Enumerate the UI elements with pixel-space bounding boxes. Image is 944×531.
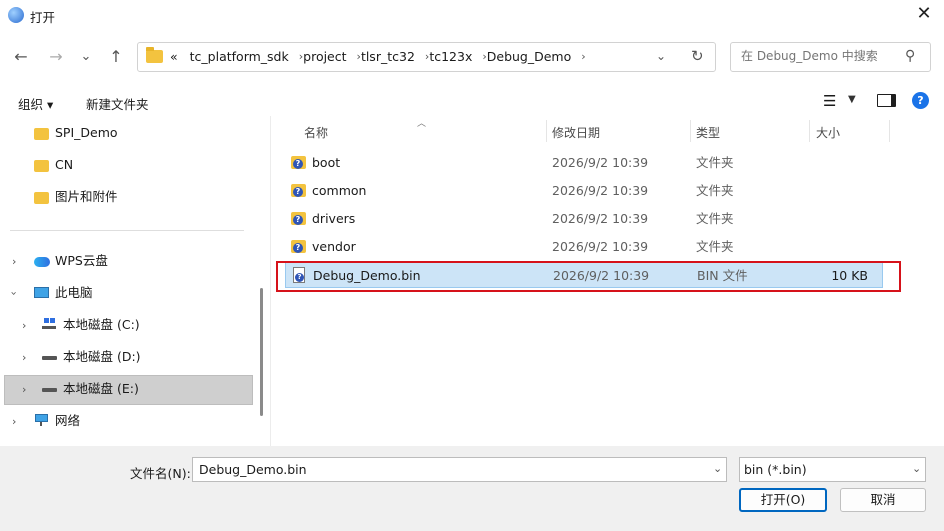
file-type: 文件夹 [696,183,734,198]
breadcrumb-project[interactable]: project [303,49,346,64]
cloud-icon [34,257,50,267]
filetype-value: bin (*.bin) [744,462,807,477]
sidebar-item-label: 本地磁盘 (E:) [63,381,139,396]
column-header-type[interactable]: 类型 [696,124,720,141]
list-item[interactable]: ? vendor 2026/9/2 10:39 文件夹 [285,234,883,260]
sidebar-item-label: 图片和附件 [55,189,118,204]
computer-icon [34,287,49,298]
breadcrumb-tc123x[interactable]: tc123x [429,49,472,64]
toolbar: 组织 ▾ 新建文件夹 ☰ ▼ ? [0,88,944,116]
chevron-down-icon[interactable]: ⌄ [912,462,921,475]
file-type: 文件夹 [696,239,734,254]
chevron-right-icon[interactable]: › [22,383,26,396]
file-date: 2026/9/2 10:39 [552,211,649,226]
sidebar-item-label: 此电脑 [55,285,93,300]
column-header-size[interactable]: 大小 [816,124,840,141]
close-button[interactable]: ✕ [910,2,938,28]
sort-ascending-icon: ︿ [417,119,427,129]
forward-button[interactable]: → [44,45,68,69]
drive-icon [42,356,57,360]
chevron-down-icon[interactable]: ⌄ [656,49,666,63]
chevron-right-icon[interactable]: › [22,351,26,364]
organize-button[interactable]: 组织 ▾ [18,94,53,113]
open-button[interactable]: 打开(O) [739,488,827,512]
network-icon [34,414,49,426]
new-folder-button[interactable]: 新建文件夹 [86,94,149,113]
search-input[interactable] [739,48,903,64]
breadcrumb-tlsr-tc32[interactable]: tlsr_tc32 [361,49,415,64]
help-icon[interactable]: ? [912,92,929,109]
file-name: drivers [312,211,356,226]
back-button[interactable]: ← [9,45,33,69]
column-header-name[interactable]: 名称 [304,124,328,141]
breadcrumb-debug-demo[interactable]: Debug_Demo [487,49,572,64]
file-date: 2026/9/2 10:39 [552,239,649,254]
breadcrumb: « tc_platform_sdk › project › tlsr_tc32 › t… [170,49,586,64]
divider [10,230,244,231]
app-icon [8,7,24,23]
chevron-right-icon[interactable]: › [12,255,16,268]
chevron-down-icon[interactable]: ▼ [848,94,856,105]
search-box[interactable]: ⚲ [730,42,931,72]
folder-icon: ? [291,156,306,169]
chevron-right-icon[interactable]: › [22,319,26,332]
file-date: 2026/9/2 10:39 [552,183,649,198]
chevron-right-icon[interactable]: › [12,415,16,428]
filename-label: 文件名(N): [130,466,191,481]
sidebar-item-label: 网络 [55,413,81,428]
folder-icon: ? [291,212,306,225]
title-bar: 打开 ✕ [0,0,944,30]
file-name: common [312,183,367,198]
windows-drive-icon [42,318,56,330]
bottom-panel: 文件名(N): ⌄ bin (*.bin) ⌄ 打开(O) 取消 [0,446,944,531]
chevron-down-icon[interactable]: ⌄ [713,462,722,475]
highlight-box [276,261,901,292]
file-type: 文件夹 [696,211,734,226]
view-options-icon[interactable]: ☰ [823,92,836,110]
address-bar[interactable]: « tc_platform_sdk › project › tlsr_tc32 › t… [137,42,716,72]
window-title: 打开 [30,10,56,25]
breadcrumb-tc-platform-sdk[interactable]: tc_platform_sdk [190,49,289,64]
filename-input[interactable] [197,461,701,478]
folder-icon [34,128,49,140]
folder-icon: ? [291,184,306,197]
sidebar-item-label: SPI_Demo [55,125,118,140]
refresh-icon[interactable]: ↻ [691,47,704,65]
folder-icon [34,160,49,172]
sidebar-item-label: WPS云盘 [55,253,108,268]
cancel-button[interactable]: 取消 [840,488,926,512]
file-type: 文件夹 [696,155,734,170]
recent-locations-button[interactable]: ⌄ [74,45,98,69]
file-name: boot [312,155,341,170]
list-item[interactable]: ? common 2026/9/2 10:39 文件夹 [285,178,883,204]
filename-combobox[interactable]: ⌄ [192,457,727,482]
chevron-down-icon[interactable]: › [8,291,21,295]
column-header-date[interactable]: 修改日期 [552,124,600,141]
file-date: 2026/9/2 10:39 [552,155,649,170]
list-item[interactable]: ? boot 2026/9/2 10:39 文件夹 [285,150,883,176]
breadcrumb-overflow[interactable]: « [170,49,178,64]
scrollbar-thumb[interactable] [260,288,263,416]
filetype-select[interactable]: bin (*.bin) ⌄ [739,457,926,482]
folder-icon [34,192,49,204]
up-button[interactable]: ↑ [104,45,128,69]
list-item[interactable]: ? drivers 2026/9/2 10:39 文件夹 [285,206,883,232]
sidebar-item-label: 本地磁盘 (D:) [63,349,141,364]
folder-icon: ? [291,240,306,253]
sidebar-item-label: CN [55,157,74,172]
folder-icon [146,47,163,63]
search-icon[interactable]: ⚲ [905,48,915,64]
sidebar-item-label: 本地磁盘 (C:) [63,317,140,332]
preview-pane-icon[interactable] [877,94,896,107]
file-name: vendor [312,239,356,254]
drive-icon [42,388,57,392]
